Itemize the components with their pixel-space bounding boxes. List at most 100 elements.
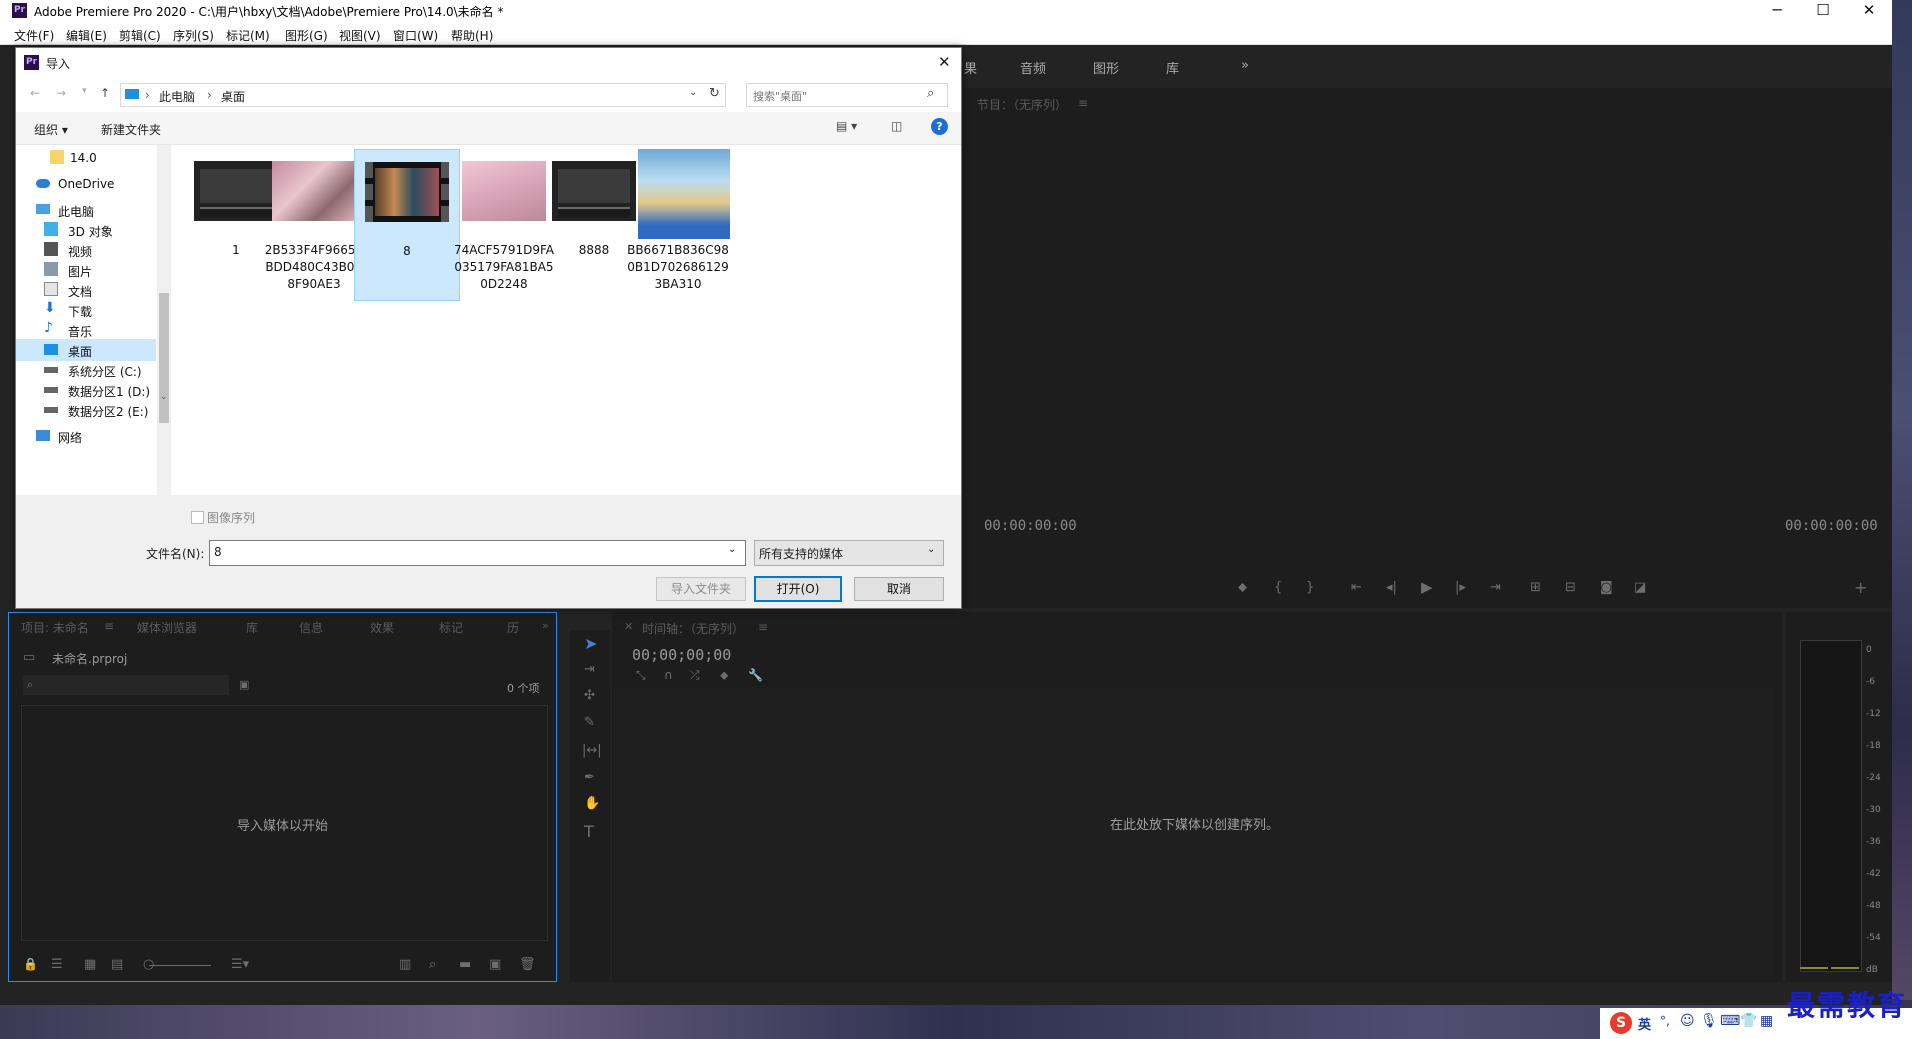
lock-icon[interactable]: 🔒 xyxy=(23,957,38,971)
nav-item-network[interactable]: 网络 xyxy=(16,425,156,447)
refresh-icon[interactable]: ↻ xyxy=(709,86,720,101)
menu-clip[interactable]: 剪辑(C) xyxy=(119,27,161,44)
program-monitor-title[interactable]: 节目：（无序列） xyxy=(977,96,1067,113)
tab-history[interactable]: 历 xyxy=(507,619,519,636)
skin-icon[interactable]: 👕 xyxy=(1740,1013,1757,1029)
zoom-handle-icon[interactable]: ○ xyxy=(143,957,154,972)
nest-icon[interactable]: ⤡ xyxy=(636,668,646,683)
new-bin-button-icon[interactable]: ▬ xyxy=(459,957,471,972)
nav-item-documents[interactable]: 文档 xyxy=(16,279,156,301)
mark-out-icon[interactable]: } xyxy=(1306,580,1314,595)
microphone-icon[interactable]: 🎙 xyxy=(1700,1013,1718,1029)
filename-field[interactable]: 8 ⌄ xyxy=(209,540,746,566)
recent-dropdown-icon[interactable]: ▾ xyxy=(82,86,87,96)
minimize-button[interactable]: ─ xyxy=(1754,0,1800,22)
filename-dropdown-icon[interactable]: ⌄ xyxy=(728,544,736,555)
preview-pane-icon[interactable]: ◫ xyxy=(891,119,902,133)
dialog-close-button[interactable]: ✕ xyxy=(938,53,951,71)
keyboard-icon[interactable]: ⌨ xyxy=(1720,1013,1740,1029)
nav-item-drive-e[interactable]: 数据分区2 (E:) xyxy=(16,399,156,421)
emoji-icon[interactable]: ☺ xyxy=(1680,1013,1695,1029)
tab-info[interactable]: 信息 xyxy=(299,619,323,636)
go-to-in-icon[interactable]: ⇤ xyxy=(1351,580,1362,595)
nav-item-drive-c[interactable]: 系统分区 (C:) xyxy=(16,359,156,381)
type-tool-icon[interactable]: T xyxy=(584,822,594,841)
sort-icon[interactable]: ☰▾ xyxy=(231,957,249,972)
workspace-tab-effects[interactable]: 果 xyxy=(964,58,977,77)
tab-project[interactable]: 项目: 未命名 xyxy=(21,619,89,636)
timeline-title[interactable]: 时间轴：（无序列） xyxy=(642,620,744,637)
new-folder-button[interactable]: 新建文件夹 xyxy=(101,121,161,138)
sogou-ime-icon[interactable]: S xyxy=(1610,1012,1632,1034)
forward-arrow-icon[interactable]: → xyxy=(56,86,66,100)
track-select-icon[interactable]: ⇥ xyxy=(584,662,595,677)
nav-item-videos[interactable]: 视频 xyxy=(16,239,156,261)
mark-in-icon[interactable]: { xyxy=(1274,580,1282,595)
filetype-dropdown-icon[interactable]: ⌄ xyxy=(927,544,935,555)
menu-window[interactable]: 窗口(W) xyxy=(393,27,438,44)
up-arrow-icon[interactable]: ↑ xyxy=(100,86,110,100)
breadcrumb-desktop[interactable]: 桌面 xyxy=(221,88,245,105)
new-item-icon[interactable]: ▣ xyxy=(489,957,501,972)
find-icon[interactable]: ⌕ xyxy=(429,957,436,972)
marker-icon[interactable]: ⬥ xyxy=(720,668,728,683)
ime-language-indicator[interactable]: 英 xyxy=(1638,1014,1651,1033)
new-bin-icon[interactable]: ▣ xyxy=(239,678,249,691)
workspace-overflow-button[interactable]: » xyxy=(1241,58,1249,73)
panel-menu-icon[interactable]: ≡ xyxy=(758,620,768,634)
settings-wrench-icon[interactable]: 🔧 xyxy=(748,668,763,682)
filetype-select[interactable]: 所有支持的媒体 ⌄ xyxy=(754,540,944,566)
file-item[interactable]: 2B533F4F96657BDD480C43B0B8F90AE3 xyxy=(262,149,366,299)
nav-item-14-0[interactable]: 14.0 xyxy=(16,147,156,169)
tab-media-browser[interactable]: 媒体浏览器 xyxy=(137,619,197,636)
linked-selection-icon[interactable]: ⤮ xyxy=(690,668,700,683)
camera-icon[interactable]: ◙ xyxy=(1600,580,1613,595)
pen-tool-icon[interactable]: ✒ xyxy=(584,770,595,785)
slip-tool-icon[interactable]: |↔| xyxy=(582,743,602,758)
step-forward-icon[interactable]: |▸ xyxy=(1455,580,1466,595)
punctuation-icon[interactable]: °, xyxy=(1660,1014,1670,1028)
search-input[interactable]: 搜索"桌面" ⌕ xyxy=(746,83,948,107)
help-icon[interactable]: ? xyxy=(931,118,948,135)
open-button[interactable]: 打开(O) xyxy=(754,576,842,602)
project-search-input[interactable] xyxy=(23,675,229,695)
tab-effects[interactable]: 效果 xyxy=(370,619,394,636)
file-item[interactable]: BB6671B836C980B1D7026861293BA310 xyxy=(626,149,730,299)
nav-item-pictures[interactable]: 图片 xyxy=(16,259,156,281)
hand-tool-icon[interactable]: ✋ xyxy=(584,796,600,811)
change-view-icon[interactable]: ▤ ▾ xyxy=(836,119,857,133)
close-button[interactable]: ✕ xyxy=(1846,0,1892,22)
panel-menu-icon[interactable]: ≡ xyxy=(104,619,114,633)
nav-item-onedrive[interactable]: OneDrive xyxy=(16,173,156,195)
nav-item-3d-objects[interactable]: 3D 对象 xyxy=(16,219,156,241)
overflow-icon[interactable]: » xyxy=(542,619,549,632)
add-marker-icon[interactable]: ⬥ xyxy=(1238,580,1247,595)
nav-item-downloads[interactable]: ⬇ 下载 xyxy=(16,299,156,321)
file-item[interactable]: 74ACF5791D9FA035179FA81BA50D2248 xyxy=(452,149,556,299)
menu-sequence[interactable]: 序列(S) xyxy=(173,27,214,44)
timeline-track-area[interactable] xyxy=(614,687,1774,979)
menu-file[interactable]: 文件(F) xyxy=(14,27,54,44)
go-to-out-icon[interactable]: ⇥ xyxy=(1490,580,1501,595)
trash-icon[interactable]: 🗑 xyxy=(519,957,536,972)
freeform-view-icon[interactable]: ▤ xyxy=(111,957,123,972)
timeline-timecode[interactable]: 00;00;00;00 xyxy=(632,646,731,664)
cancel-button[interactable]: 取消 xyxy=(854,577,944,601)
nav-item-this-pc[interactable]: 此电脑 xyxy=(16,199,156,221)
razor-tool-icon[interactable]: ✎ xyxy=(584,715,595,730)
zoom-slider[interactable] xyxy=(149,965,211,966)
import-folder-button[interactable]: 导入文件夹 xyxy=(656,577,746,601)
tab-libraries[interactable]: 库 xyxy=(246,619,258,636)
add-button-icon[interactable]: + xyxy=(1854,578,1867,597)
list-view-icon[interactable]: ☰ xyxy=(51,957,63,972)
workspace-tab-libraries[interactable]: 库 xyxy=(1166,58,1179,77)
nav-item-desktop[interactable]: 桌面 xyxy=(16,339,156,361)
toolbox-icon[interactable]: ▦ xyxy=(1760,1013,1773,1029)
lift-icon[interactable]: ⊞ xyxy=(1530,580,1541,595)
workspace-tab-audio[interactable]: 音频 xyxy=(1020,58,1046,77)
menu-help[interactable]: 帮助(H) xyxy=(451,27,493,44)
tab-markers[interactable]: 标记 xyxy=(439,619,463,636)
compare-icon[interactable]: ◪ xyxy=(1634,580,1646,595)
scroll-down-arrow-icon[interactable]: ⌄ xyxy=(160,392,168,402)
menu-view[interactable]: 视图(V) xyxy=(339,27,381,44)
